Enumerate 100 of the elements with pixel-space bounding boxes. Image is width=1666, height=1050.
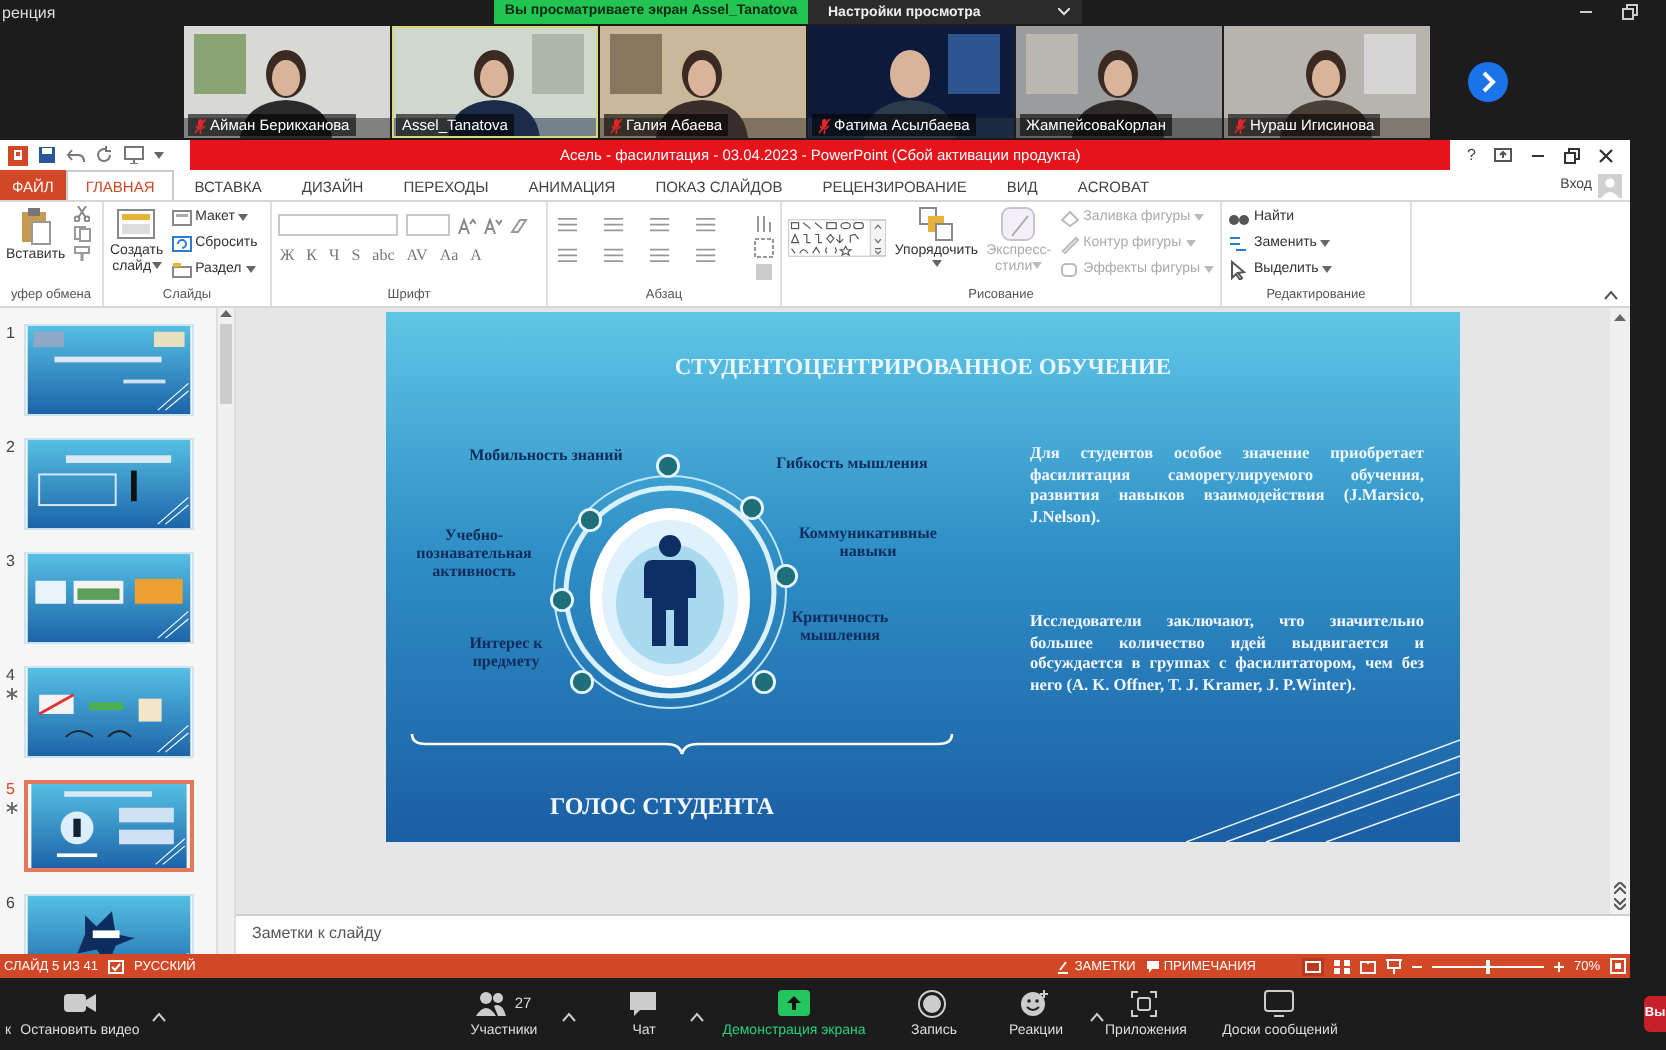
- spellcheck-icon[interactable]: [108, 959, 125, 973]
- muted-mic-icon: [610, 117, 622, 133]
- caret-icon: [154, 151, 164, 159]
- zoom-out-icon[interactable]: [1411, 963, 1422, 969]
- undo-icon[interactable]: [66, 147, 86, 163]
- caret-up-icon[interactable]: [1089, 1012, 1103, 1022]
- zoom-in-icon[interactable]: [1553, 961, 1564, 971]
- previous-slide-icon[interactable]: [1614, 882, 1626, 894]
- copy-icon[interactable]: [73, 226, 92, 242]
- caption-text: ГОЛОС СТУДЕНТА: [550, 792, 775, 822]
- notes-field[interactable]: Заметки к слайду: [236, 914, 1630, 954]
- slide-number: 3: [6, 552, 17, 570]
- restore-icon[interactable]: [1563, 147, 1580, 163]
- format-button[interactable]: Ж: [278, 246, 297, 264]
- text-direction-icon[interactable]: [754, 214, 774, 234]
- caret-icon: [1320, 239, 1331, 247]
- cut-icon[interactable]: [73, 206, 90, 222]
- format-button[interactable]: К: [304, 246, 320, 264]
- fill-bucket-icon: [1059, 207, 1080, 227]
- caret-up-icon[interactable]: [151, 1012, 165, 1022]
- caret-icon: [245, 265, 256, 273]
- next-slide-icon[interactable]: [1614, 898, 1626, 910]
- format-button[interactable]: S: [349, 246, 363, 264]
- quality-label: Мобильность знаний: [467, 446, 625, 464]
- redo-icon[interactable]: [96, 146, 114, 164]
- quality-label: Интерес к предмету: [467, 634, 545, 670]
- node-dot: [550, 588, 574, 612]
- slide-number: 2: [6, 438, 17, 456]
- slide-title: СТУДЕНТОЦЕНТРИРОВАННОЕ ОБУЧЕНИЕ: [672, 356, 1174, 380]
- restore-icon[interactable]: [1622, 4, 1638, 20]
- align-text-icon[interactable]: [754, 238, 774, 258]
- notes-icon: [1056, 959, 1071, 973]
- slide-paragraph: Исследователи заключают, что значительно большее количество идей выдвигается и обсуждается в группах с фасилитатором, чем без него (A. K. Offner, T. J. Kramer, J. P.Winter).: [1030, 612, 1424, 696]
- ribbon-display-icon[interactable]: [1493, 148, 1512, 162]
- format-painter-icon[interactable]: [73, 246, 90, 262]
- share-screen-icon: [778, 989, 810, 1017]
- node-dot: [774, 564, 798, 588]
- chevron-down-icon: [1058, 8, 1070, 16]
- grow-font-icon[interactable]: [458, 217, 476, 233]
- slide-number: 5: [6, 780, 17, 798]
- slider-thumb[interactable]: [1485, 959, 1490, 973]
- slide-number: 6: [6, 894, 17, 912]
- next-page-icon[interactable]: [1468, 62, 1508, 102]
- save-icon[interactable]: [38, 146, 56, 164]
- muted-mic-icon: [194, 117, 206, 133]
- arrange-icon: [918, 206, 955, 242]
- comment-icon: [1145, 959, 1160, 973]
- slide-sorter-icon[interactable]: [1333, 959, 1350, 973]
- shrink-font-icon[interactable]: [484, 217, 502, 233]
- node-dot: [570, 670, 594, 694]
- format-button[interactable]: abc: [370, 246, 397, 264]
- presenter-icon[interactable]: [1385, 958, 1402, 974]
- node-dot: [656, 454, 680, 478]
- apps-icon: [1130, 989, 1162, 1017]
- effects-icon: [1059, 259, 1080, 279]
- font-name-field[interactable]: [278, 214, 398, 236]
- asterisk-icon: [6, 688, 18, 700]
- font-size-field[interactable]: [406, 214, 450, 236]
- minimize-icon[interactable]: [1529, 149, 1546, 161]
- format-button[interactable]: AV: [404, 246, 430, 264]
- quality-label: Критичность мышления: [789, 608, 891, 644]
- format-button[interactable]: Aa: [437, 246, 461, 264]
- quality-label: Учебно-познавательная активность: [414, 526, 534, 580]
- caret-up-icon[interactable]: [689, 1012, 703, 1022]
- node-dot: [578, 508, 602, 532]
- replace-icon: [1228, 233, 1250, 253]
- smiley-icon: [1019, 989, 1052, 1017]
- node-dot: [740, 496, 764, 520]
- format-button[interactable]: Ч: [327, 246, 342, 264]
- help-button[interactable]: ?: [1466, 146, 1476, 164]
- slide-paragraph: Для студентов особое значение приобретает фасилитация саморегулируемого обучения, развития навыков взаимодействия (J.Marsico, J.Nelson).: [1030, 444, 1424, 528]
- quick-styles-icon: [1000, 206, 1037, 242]
- muted-mic-icon: [1234, 117, 1246, 133]
- clear-formatting-icon[interactable]: [510, 217, 528, 233]
- format-button[interactable]: A: [468, 246, 484, 264]
- caret-icon: [1194, 213, 1205, 221]
- slide-thumbnail[interactable]: [24, 780, 194, 872]
- caret-icon: [1204, 265, 1214, 273]
- muted-mic-icon: [818, 117, 830, 133]
- video-camera-icon: [64, 989, 96, 1017]
- zoom-slider[interactable]: [1431, 959, 1544, 973]
- fit-slide-icon[interactable]: [1610, 958, 1626, 974]
- collapse-ribbon-icon[interactable]: [1604, 290, 1618, 300]
- scroll-up-icon[interactable]: [1614, 312, 1626, 322]
- reading-view-icon[interactable]: [1359, 959, 1376, 973]
- clipboard-icon: [19, 206, 52, 246]
- caret-icon: [931, 260, 942, 268]
- normal-view-icon[interactable]: [1301, 957, 1324, 975]
- node-dot: [752, 670, 776, 694]
- minimize-icon[interactable]: [1578, 6, 1594, 18]
- person-silhouette-icon: [638, 534, 702, 646]
- caret-icon: [1032, 262, 1043, 270]
- reset-icon: [171, 235, 192, 251]
- scrollbar[interactable]: [1610, 308, 1630, 914]
- scrollbar[interactable]: [216, 308, 236, 954]
- caret-up-icon[interactable]: [562, 1012, 576, 1022]
- slide-layout-icon: [116, 206, 157, 242]
- slideshow-icon[interactable]: [124, 146, 144, 164]
- close-icon[interactable]: [1597, 147, 1614, 163]
- cursor-icon: [1228, 259, 1250, 279]
